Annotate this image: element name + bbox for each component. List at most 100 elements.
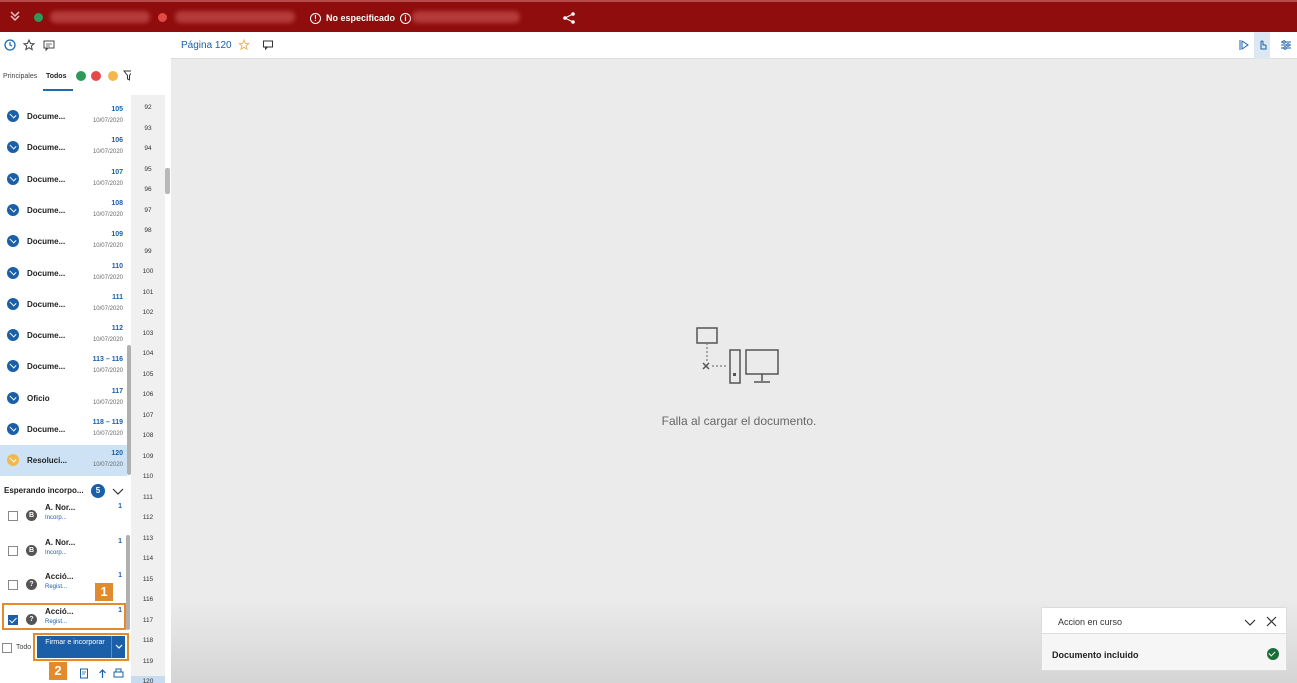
action-toast: Accion en curso Documento incluido	[1041, 607, 1287, 671]
item-checkbox[interactable]	[8, 511, 18, 521]
item-page: 106	[111, 137, 123, 145]
page-scrollbar[interactable]	[165, 168, 170, 194]
filter-green-icon[interactable]	[76, 71, 86, 81]
page-number[interactable]: 100	[131, 266, 165, 278]
list-item[interactable]: Oficio 117 10/07/2020	[0, 383, 127, 414]
waiting-item-count: 1	[118, 503, 122, 510]
item-page: 110	[111, 262, 123, 270]
item-name: Docume...	[27, 362, 66, 372]
comment-icon[interactable]	[262, 39, 274, 51]
settings-sliders-icon[interactable]	[1280, 39, 1292, 51]
sign-dropdown-toggle[interactable]	[111, 636, 125, 658]
list-item[interactable]: Docume... 106 10/07/2020	[0, 132, 127, 163]
collapse-chevron-icon[interactable]	[8, 9, 22, 23]
page-number[interactable]: 116	[131, 594, 165, 606]
list-item[interactable]: Docume... 105 10/07/2020	[0, 101, 127, 132]
chevron-down-icon[interactable]	[112, 485, 124, 497]
page-number[interactable]: 103	[131, 328, 165, 340]
item-name: Docume...	[27, 425, 66, 434]
chevron-down-icon[interactable]	[1244, 616, 1256, 628]
chevron-down-icon	[115, 644, 123, 649]
item-name: Docume...	[27, 331, 66, 341]
list-item[interactable]: Resoluci... 120 10/07/2020	[0, 445, 127, 477]
select-all-checkbox[interactable]	[2, 643, 12, 653]
share-network-icon[interactable]	[562, 11, 576, 25]
page-number[interactable]: 98	[131, 225, 165, 237]
waiting-scrollbar[interactable]	[126, 535, 130, 630]
page-number[interactable]: 114	[131, 553, 165, 565]
star-icon[interactable]	[22, 38, 36, 52]
waiting-item-status: Incorp...	[45, 549, 67, 556]
item-date: 10/07/2020	[92, 305, 123, 312]
page-number[interactable]: 104	[131, 348, 165, 360]
page-number[interactable]: 106	[131, 389, 165, 401]
close-icon[interactable]	[1266, 616, 1277, 627]
reading-mode-icon[interactable]	[1238, 39, 1250, 51]
page-number[interactable]: 110	[131, 471, 165, 483]
toast-header: Accion en curso	[1042, 608, 1286, 634]
document-status-icon	[7, 360, 19, 373]
page-number[interactable]: 96	[131, 184, 165, 196]
waiting-count-badge: 5	[91, 484, 105, 498]
list-item[interactable]: Docume... 112 10/07/2020	[0, 320, 127, 351]
page-number[interactable]: 118	[131, 635, 165, 647]
page-number[interactable]: 105	[131, 369, 165, 381]
success-check-icon	[1267, 648, 1279, 660]
hand-pointer-icon[interactable]	[1256, 39, 1268, 51]
waiting-section-header[interactable]: Esperando incorpo... 5	[4, 484, 128, 498]
page-number[interactable]: 92	[131, 102, 165, 114]
item-page: 113 – 116	[92, 356, 123, 364]
clock-icon[interactable]	[3, 38, 17, 52]
tab-todos[interactable]: Todos	[42, 73, 74, 91]
item-checkbox[interactable]	[8, 580, 18, 591]
item-page: 111	[112, 293, 123, 301]
item-date: 10/07/2020	[92, 274, 123, 281]
scanner-icon[interactable]	[113, 668, 124, 679]
item-page: 120	[111, 450, 123, 458]
top-bar: ! No especificado i	[0, 0, 1297, 32]
page-number[interactable]: 111	[131, 492, 165, 504]
sign-button-label: Firmar e incorporar	[45, 639, 105, 646]
item-page: 112	[111, 325, 123, 333]
page-number[interactable]: 99	[131, 246, 165, 258]
list-item[interactable]: Docume... 109 10/07/2020	[0, 226, 127, 257]
list-item[interactable]: Docume... 108 10/07/2020	[0, 195, 127, 226]
page-number[interactable]: 95	[131, 164, 165, 176]
filter-red-icon[interactable]	[91, 71, 101, 81]
waiting-item[interactable]: B A. Nor... Incorp... 1	[0, 500, 127, 534]
sign-and-incorporate-button[interactable]: Firmar e incorporar	[37, 636, 125, 658]
select-all-label: Todo	[16, 644, 32, 651]
page-number[interactable]: 112	[131, 512, 165, 524]
item-checkbox[interactable]	[8, 545, 18, 556]
page-number[interactable]: 119	[131, 656, 165, 668]
page-number[interactable]: 109	[131, 451, 165, 463]
page-number[interactable]: 120	[131, 676, 165, 683]
list-item[interactable]: Docume... 113 – 116 10/07/2020	[0, 351, 127, 382]
list-item[interactable]: Docume... 111 10/07/2020	[0, 289, 127, 320]
list-item[interactable]: Docume... 118 – 119 10/07/2020	[0, 414, 127, 445]
page-number[interactable]: 107	[131, 410, 165, 422]
list-item[interactable]: Docume... 110 10/07/2020	[0, 258, 127, 289]
waiting-item-name: Acció...	[45, 572, 74, 582]
page-number[interactable]: 102	[131, 307, 165, 319]
page-number[interactable]: 94	[131, 143, 165, 155]
page-number[interactable]: 117	[131, 615, 165, 627]
item-page: 118 – 119	[92, 419, 123, 426]
comment-icon[interactable]	[42, 38, 56, 52]
favorite-star-icon[interactable]	[238, 39, 250, 51]
item-page: 107	[111, 168, 123, 176]
edit-document-icon[interactable]	[79, 668, 90, 679]
page-number[interactable]: 93	[131, 123, 165, 135]
tab-principales[interactable]: Principales	[3, 73, 37, 80]
page-number[interactable]: 97	[131, 205, 165, 217]
page-number[interactable]: 108	[131, 430, 165, 442]
item-page: 108	[111, 199, 123, 207]
info-circle-icon[interactable]: i	[400, 12, 412, 24]
page-number[interactable]: 115	[131, 574, 165, 586]
list-item[interactable]: Docume... 107 10/07/2020	[0, 164, 127, 195]
upload-arrow-icon[interactable]	[97, 668, 108, 679]
waiting-item[interactable]: B A. Nor... Incorp... 1	[0, 535, 127, 569]
filter-yellow-icon[interactable]	[108, 71, 118, 81]
page-number[interactable]: 101	[131, 287, 165, 299]
page-number[interactable]: 113	[131, 533, 165, 545]
